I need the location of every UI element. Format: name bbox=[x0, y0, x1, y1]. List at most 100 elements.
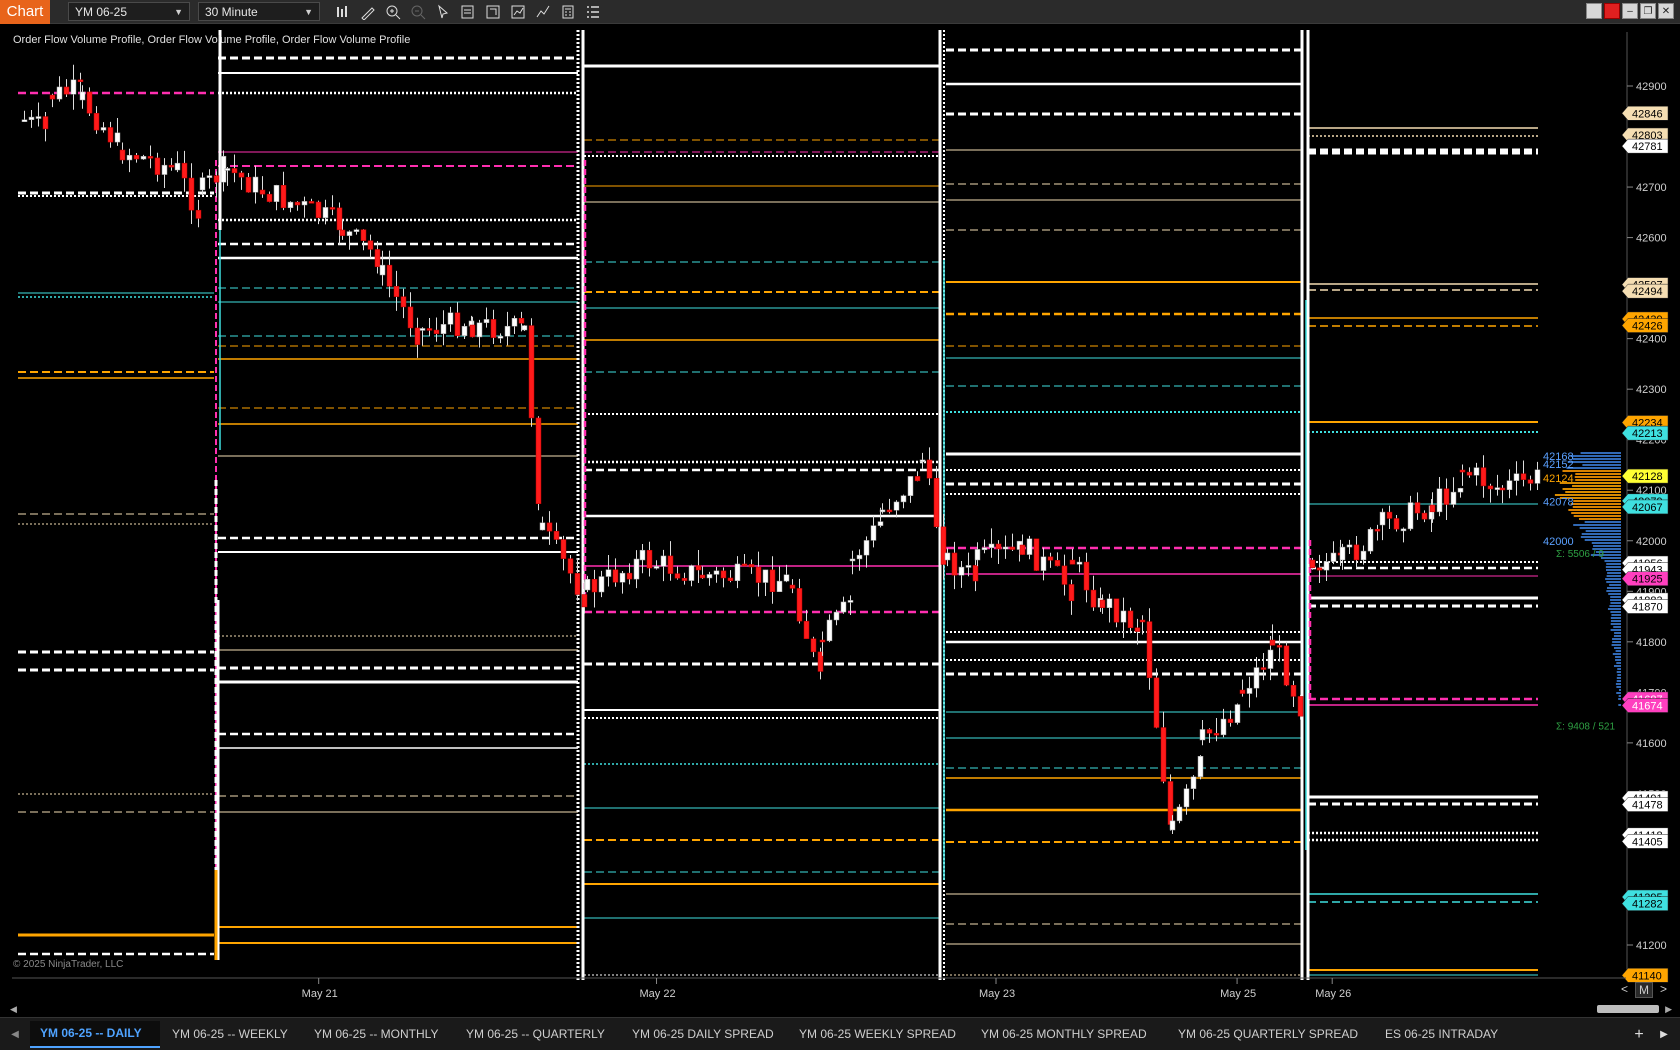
tab-ym-06-25-daily[interactable]: YM 06-25 -- DAILY bbox=[30, 1020, 160, 1048]
up-candle bbox=[783, 574, 790, 582]
volume-profile-bar bbox=[1616, 686, 1621, 688]
up-candle bbox=[1253, 667, 1260, 689]
volume-profile-bar bbox=[1610, 629, 1621, 631]
volume-profile-bar bbox=[1618, 698, 1621, 700]
volume-profile-bar bbox=[1612, 641, 1621, 643]
up-candle bbox=[1407, 502, 1414, 530]
down-candle bbox=[567, 558, 574, 574]
volume-profile-bar bbox=[1574, 476, 1621, 478]
down-candle bbox=[748, 564, 755, 568]
up-candle bbox=[126, 154, 133, 161]
up-candle bbox=[981, 547, 988, 551]
scroll-left-arrow-icon[interactable]: ◀ bbox=[10, 1004, 17, 1015]
down-candle bbox=[518, 317, 525, 324]
tab-ym-06-25-weekly-spread[interactable]: YM 06-25 WEEKLY SPREAD bbox=[789, 1020, 969, 1048]
tab-es-06-25-intraday[interactable]: ES 06-25 INTRADAY bbox=[1375, 1020, 1509, 1048]
up-candle bbox=[224, 168, 231, 171]
volume-profile-bar bbox=[1611, 614, 1621, 616]
price-marker-label: 42846 bbox=[1632, 108, 1663, 120]
down-candle bbox=[720, 570, 727, 579]
scroll-right-button[interactable]: > bbox=[1657, 982, 1670, 998]
down-candle bbox=[360, 229, 367, 241]
down-candle bbox=[1374, 528, 1381, 532]
tab-ym-06-25-monthly[interactable]: YM 06-25 -- MONTHLY bbox=[304, 1020, 454, 1048]
price-axis-label: 41800 bbox=[1636, 637, 1667, 649]
volume-profile-bar bbox=[1570, 455, 1621, 457]
volume-profile-bar bbox=[1572, 506, 1621, 508]
down-candle bbox=[1083, 561, 1090, 591]
tab-ym-06-25-quarterly[interactable]: YM 06-25 -- QUARTERLY bbox=[456, 1020, 620, 1048]
volume-profile-bar bbox=[1609, 584, 1621, 586]
scroll-left-button[interactable]: < bbox=[1618, 982, 1631, 998]
down-candle bbox=[1487, 485, 1494, 490]
down-candle bbox=[147, 156, 154, 159]
down-candle bbox=[972, 565, 979, 582]
volume-profile-bar bbox=[1605, 578, 1621, 580]
down-candle bbox=[1127, 610, 1134, 629]
down-candle bbox=[336, 207, 343, 231]
volume-profile-bar bbox=[1615, 656, 1621, 658]
tab-ym-06-25-quarterly-spread[interactable]: YM 06-25 QUARTERLY SPREAD bbox=[1168, 1020, 1373, 1048]
volume-profile-bar bbox=[1616, 671, 1621, 673]
tab-scroll-right-icon[interactable]: ▶ bbox=[1654, 1018, 1674, 1050]
down-candle bbox=[329, 207, 336, 210]
down-candle bbox=[1206, 729, 1213, 734]
down-candle bbox=[86, 91, 93, 114]
down-candle bbox=[181, 162, 188, 179]
price-marker-label: 42494 bbox=[1632, 286, 1663, 298]
up-candle bbox=[900, 495, 907, 503]
zoom-mode-button[interactable]: M bbox=[1635, 982, 1654, 998]
up-candle bbox=[161, 164, 168, 175]
down-candle bbox=[914, 476, 921, 482]
up-candle bbox=[1176, 806, 1183, 822]
scroll-right-arrow-icon[interactable]: ▶ bbox=[1665, 1004, 1672, 1015]
volume-profile-bar bbox=[1612, 653, 1621, 655]
tab-scroll-left-icon[interactable]: ◀ bbox=[0, 1018, 30, 1050]
profile-sigma-label: Σ: 9408 / 521 bbox=[1556, 722, 1615, 733]
down-candle bbox=[414, 327, 421, 345]
up-candle bbox=[419, 328, 426, 331]
down-candle bbox=[367, 240, 374, 250]
down-candle bbox=[755, 566, 762, 583]
down-candle bbox=[674, 573, 681, 579]
add-tab-button[interactable]: + bbox=[1628, 1018, 1650, 1050]
down-candle bbox=[1386, 511, 1393, 519]
horizontal-scrollbar[interactable]: ◀ ▶ bbox=[0, 1002, 1680, 1016]
tab-ym-06-25-daily-spread[interactable]: YM 06-25 DAILY SPREAD bbox=[622, 1020, 787, 1048]
volume-profile-bar bbox=[1584, 521, 1621, 523]
down-candle bbox=[1459, 469, 1466, 473]
down-candle bbox=[591, 578, 598, 593]
volume-profile-bar bbox=[1573, 500, 1621, 502]
down-candle bbox=[259, 189, 266, 195]
volume-profile-bar bbox=[1575, 473, 1621, 475]
tab-ym-06-25-weekly[interactable]: YM 06-25 -- WEEKLY bbox=[162, 1020, 302, 1048]
volume-profile-bar bbox=[1605, 566, 1621, 568]
up-candle bbox=[1346, 544, 1353, 548]
volume-profile-bar bbox=[1616, 662, 1621, 664]
down-candle bbox=[1429, 504, 1436, 513]
volume-profile-bar bbox=[1591, 542, 1621, 544]
price-marker-label: 41870 bbox=[1632, 601, 1663, 613]
down-candle bbox=[315, 201, 322, 218]
up-candle bbox=[440, 324, 447, 334]
down-candle bbox=[339, 229, 346, 236]
price-marker-label: 42213 bbox=[1632, 428, 1663, 440]
price-marker-label: 42426 bbox=[1632, 321, 1663, 333]
down-candle bbox=[426, 328, 433, 331]
down-candle bbox=[154, 157, 161, 175]
volume-profile-bar bbox=[1610, 620, 1621, 622]
down-candle bbox=[1316, 567, 1323, 571]
up-candle bbox=[206, 175, 213, 178]
up-candle bbox=[1197, 756, 1204, 778]
price-chart[interactable]: 4216842152421244207842000Σ: 5506 / 9Σ: 9… bbox=[0, 0, 1680, 1000]
volume-profile-bar bbox=[1605, 569, 1621, 571]
up-candle bbox=[706, 574, 713, 579]
up-candle bbox=[1379, 511, 1386, 526]
tab-ym-06-25-monthly-spread[interactable]: YM 06-25 MONTHLY SPREAD bbox=[971, 1020, 1166, 1048]
down-candle bbox=[1019, 544, 1026, 555]
volume-profile-bar bbox=[1613, 647, 1621, 649]
scrollbar-thumb[interactable] bbox=[1597, 1005, 1659, 1013]
up-candle bbox=[1120, 610, 1127, 623]
volume-profile-bar bbox=[1610, 602, 1621, 604]
volume-profile-bar bbox=[1580, 536, 1621, 538]
